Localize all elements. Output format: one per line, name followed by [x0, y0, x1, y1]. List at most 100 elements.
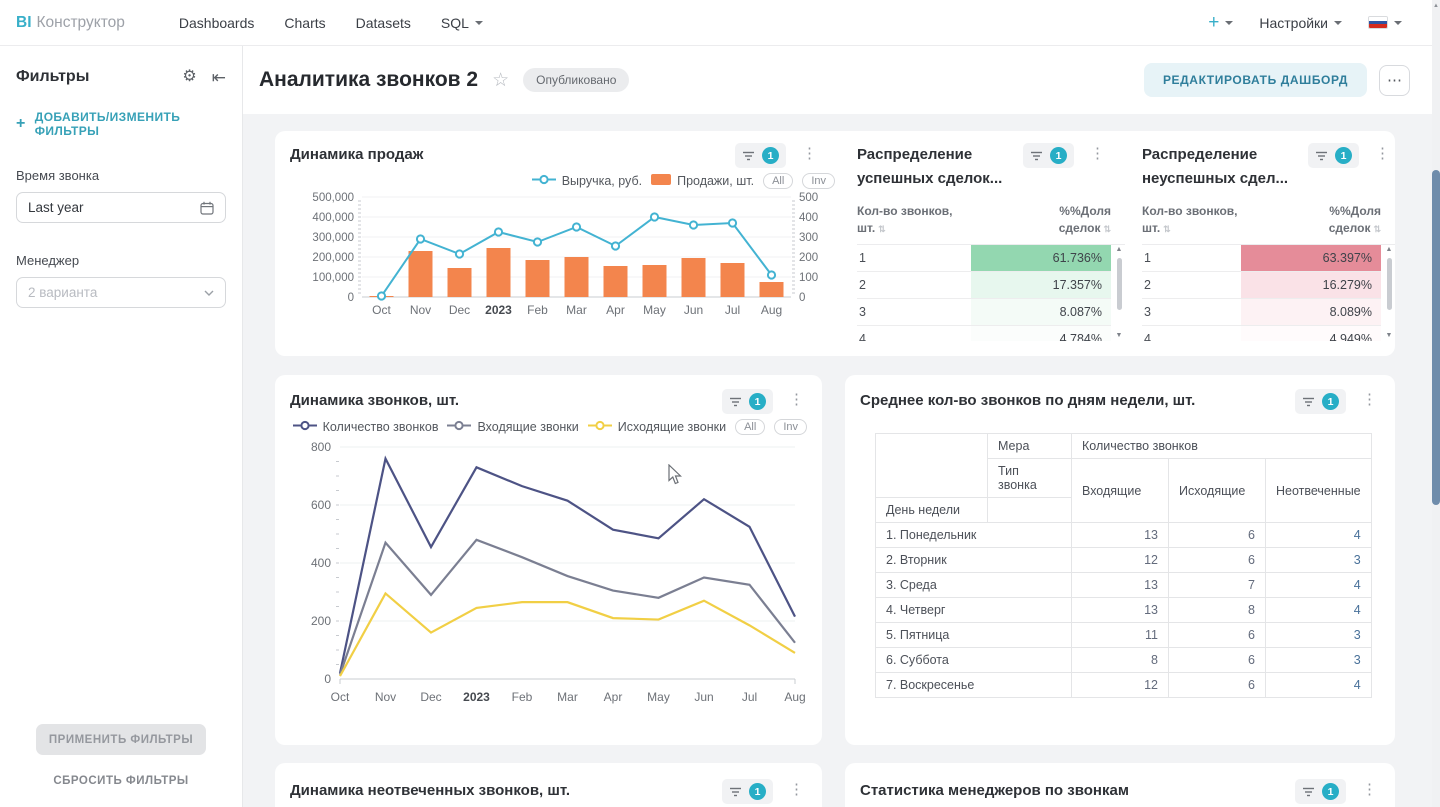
svg-text:Dec: Dec [420, 690, 441, 704]
table-scrollbar[interactable]: ▲ ▼ [1113, 245, 1125, 341]
scroll-down-icon[interactable]: ▼ [1386, 331, 1393, 341]
managers-stats-card: Статистика менеджеров по звонкам 1 ⋮ [845, 763, 1395, 807]
sort-icon: ⇅ [878, 224, 886, 234]
filters-chip[interactable]: 1 [1295, 779, 1346, 804]
filters-chip[interactable]: 1 [1023, 143, 1074, 168]
missed-calls-card: Динамика неотвеченных звонков, шт. 1 ⋮ [275, 763, 822, 807]
legend-item-outgoing[interactable]: Исходящие звонки [588, 420, 726, 434]
pivot-card: Среднее кол-во звонков по дням недели, ш… [845, 375, 1395, 745]
scroll-thumb[interactable] [1387, 258, 1392, 310]
legend-inv-button[interactable]: Inv [774, 419, 807, 435]
legend-all-button[interactable]: All [763, 173, 793, 189]
legend-all-button[interactable]: All [735, 419, 765, 435]
chevron-down-icon [1334, 21, 1342, 25]
column-header-calls[interactable]: Кол-во звонков, шт.⇅ [857, 203, 979, 237]
call-time-input[interactable]: Last year [16, 192, 226, 223]
filters-chip[interactable]: 1 [722, 389, 773, 414]
nav-charts[interactable]: Charts [284, 15, 325, 31]
create-menu-button[interactable]: + [1208, 13, 1233, 32]
filter-count-badge: 1 [1335, 147, 1352, 164]
scroll-up-icon[interactable]: ▲ [1116, 245, 1123, 255]
scroll-thumb[interactable] [1117, 258, 1122, 310]
table-row: 44.949% [1142, 326, 1381, 341]
svg-text:500,000: 500,000 [312, 192, 354, 204]
add-filters-link[interactable]: + ДОБАВИТЬ/ИЗМЕНИТЬ ФИЛЬТРЫ [16, 110, 226, 138]
pivot-body: 1. Понедельник13642. Вторник12633. Среда… [876, 523, 1372, 698]
svg-text:400: 400 [311, 556, 331, 570]
add-filters-label: ДОБАВИТЬ/ИЗМЕНИТЬ ФИЛЬТРЫ [35, 110, 226, 138]
filter-icon [1315, 150, 1328, 162]
svg-text:100,000: 100,000 [312, 272, 354, 284]
collapse-sidebar-icon[interactable]: ⇤ [212, 69, 226, 86]
legend-inv-button[interactable]: Inv [802, 173, 835, 189]
svg-text:Apr: Apr [606, 303, 625, 317]
svg-text:0: 0 [348, 292, 354, 304]
legend-label: Исходящие звонки [618, 420, 726, 434]
svg-text:Nov: Nov [410, 303, 431, 317]
manager-select[interactable]: 2 варианта [16, 277, 226, 308]
svg-text:300,000: 300,000 [312, 232, 354, 244]
pivot-row: 2. Вторник1263 [876, 548, 1372, 573]
column-header-share[interactable]: %%Доля сделок⇅ [1311, 203, 1395, 237]
filter-count-badge: 1 [1050, 147, 1067, 164]
svg-text:2023: 2023 [463, 690, 490, 704]
logo-text: Конструктор [37, 14, 125, 32]
chart-legend: Выручка, руб. Продажи, шт. All Inv [290, 173, 835, 189]
page-title: Аналитика звонков 2 [259, 68, 478, 92]
legend-label: Количество звонков [323, 420, 439, 434]
apply-filters-button[interactable]: ПРИМЕНИТЬ ФИЛЬТРЫ [36, 724, 206, 755]
success-table-rows: 161.736%217.357%38.087%44.784% ▲ ▼ [857, 244, 1125, 341]
table-row: 44.784% [857, 326, 1111, 341]
sort-icon: ⇅ [1103, 224, 1111, 234]
page-scrollbar[interactable]: ▲ [1432, 0, 1440, 807]
svg-text:400,000: 400,000 [312, 212, 354, 224]
settings-label: Настройки [1259, 15, 1328, 31]
column-header-share[interactable]: %%Доля сделок⇅ [1041, 203, 1125, 237]
reset-filters-button[interactable]: СБРОСИТЬ ФИЛЬТРЫ [16, 775, 226, 787]
failed-deals-table-widget: Распределение неуспешных сдел... 1 ⋮ Кол… [1142, 143, 1395, 341]
line-marker-icon [532, 174, 556, 188]
scroll-up-icon[interactable]: ▲ [1386, 245, 1393, 255]
filter-count-badge: 1 [749, 393, 766, 410]
filters-chip[interactable]: 1 [722, 779, 773, 804]
filters-title: Фильтры [16, 68, 182, 86]
favorite-star-icon[interactable]: ☆ [492, 69, 509, 92]
widget-title: Распределение успешных сделок... [857, 143, 1023, 191]
scroll-down-icon[interactable]: ▼ [1116, 331, 1123, 341]
pivot-col-missed: Неотвеченные [1266, 459, 1372, 523]
filters-sidebar: Фильтры ⚙ ⇤ + ДОБАВИТЬ/ИЗМЕНИТЬ ФИЛЬТРЫ … [0, 46, 243, 807]
filters-chip[interactable]: 1 [1295, 389, 1346, 414]
svg-text:Aug: Aug [784, 690, 805, 704]
kebab-menu-icon[interactable]: ⋮ [1087, 143, 1108, 165]
nav-datasets[interactable]: Datasets [356, 15, 411, 31]
kebab-menu-icon[interactable]: ⋮ [799, 143, 820, 165]
kebab-menu-icon[interactable]: ⋮ [1359, 779, 1380, 801]
filters-chip[interactable]: 1 [735, 143, 786, 168]
kebab-menu-icon[interactable]: ⋮ [1359, 389, 1380, 411]
language-selector[interactable] [1368, 16, 1402, 29]
legend-item-sales[interactable]: Продажи, шт. [651, 174, 754, 188]
kebab-menu-icon[interactable]: ⋮ [786, 779, 807, 801]
edit-dashboard-button[interactable]: РЕДАКТИРОВАТЬ ДАШБОРД [1144, 63, 1367, 97]
legend-item-total[interactable]: Количество звонков [293, 420, 439, 434]
app-logo[interactable]: BI Конструктор [16, 14, 125, 32]
calls-chart[interactable]: 0200400600800OctNovDec2023FebMarAprMayJu… [290, 439, 807, 714]
kebab-menu-icon[interactable]: ⋮ [786, 389, 807, 411]
nav-dashboards[interactable]: Dashboards [179, 15, 255, 31]
scrollbar-up-arrow[interactable]: ▲ [1432, 0, 1440, 12]
scrollbar-thumb[interactable] [1432, 170, 1440, 505]
filters-chip[interactable]: 1 [1308, 143, 1359, 168]
more-actions-button[interactable]: ⋯ [1379, 65, 1410, 96]
svg-text:Jul: Jul [742, 690, 757, 704]
logo-bi: BI [16, 14, 32, 32]
legend-item-revenue[interactable]: Выручка, руб. [532, 174, 642, 188]
column-header-calls[interactable]: Кол-во звонков, шт.⇅ [1142, 203, 1264, 237]
sales-chart[interactable]: 0100,000200,000300,000400,000500,0000100… [290, 191, 820, 324]
gear-icon[interactable]: ⚙ [182, 69, 196, 85]
table-scrollbar[interactable]: ▲ ▼ [1383, 245, 1395, 341]
nav-sql[interactable]: SQL [441, 15, 483, 31]
kebab-menu-icon[interactable]: ⋮ [1372, 143, 1393, 165]
sales-chart-widget: Динамика продаж 1 ⋮ Выручка, руб. [290, 143, 820, 324]
settings-menu[interactable]: Настройки [1259, 15, 1342, 31]
legend-item-incoming[interactable]: Входящие звонки [447, 420, 578, 434]
